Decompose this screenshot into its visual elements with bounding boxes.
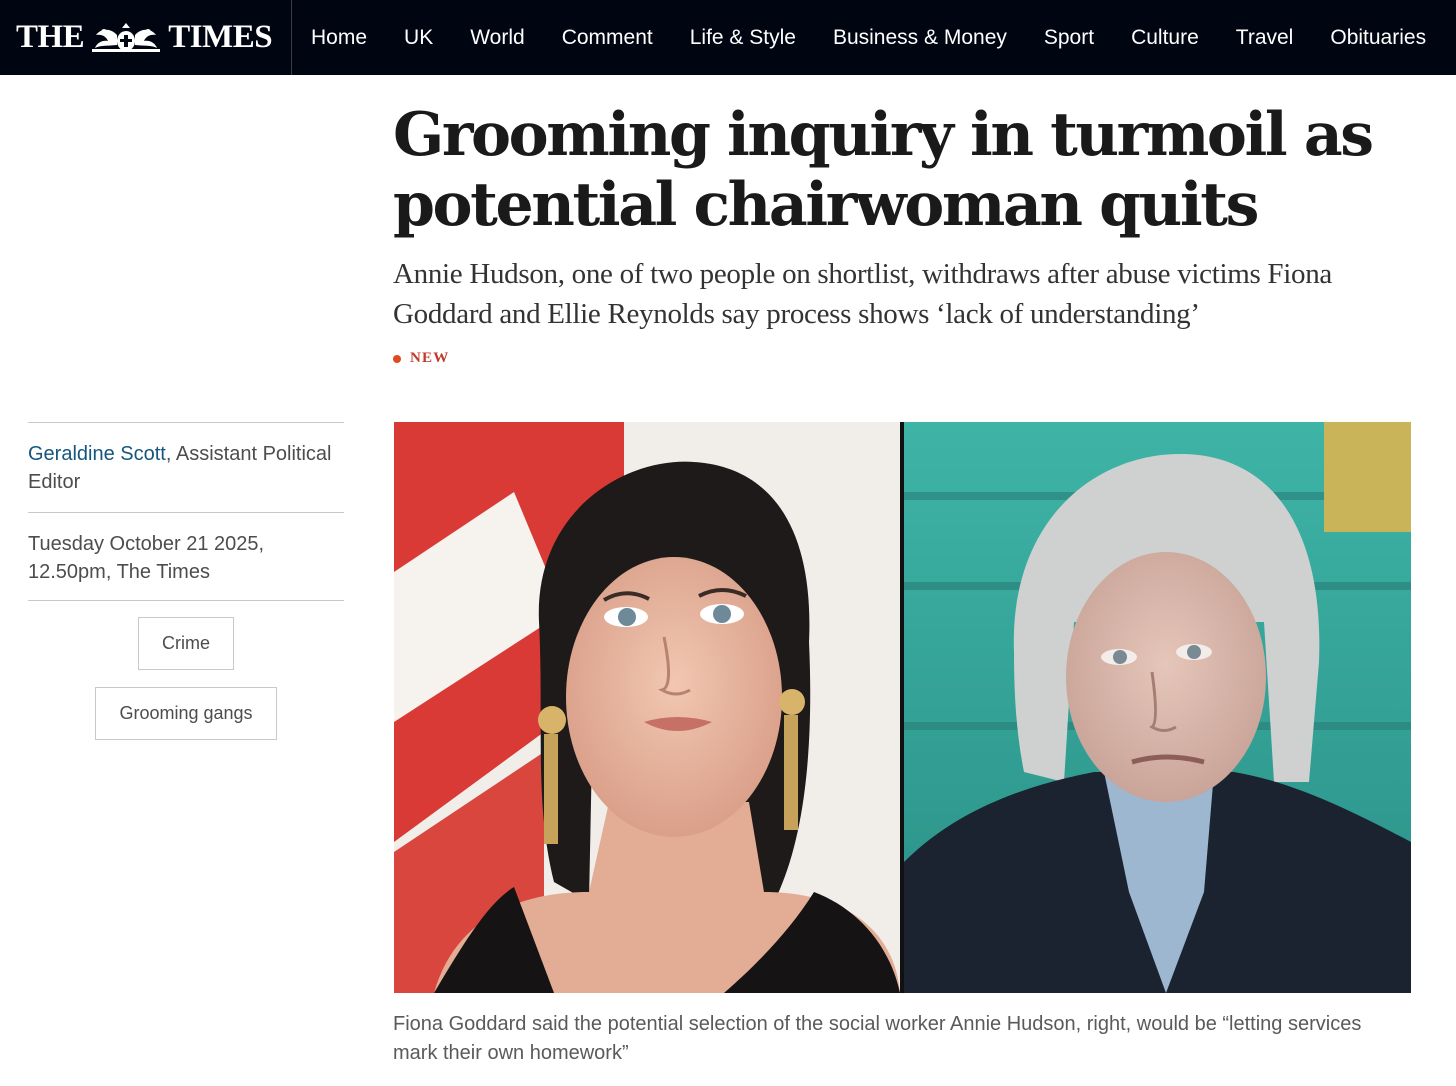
photo-fiona-goddard	[394, 422, 900, 993]
logo-text-the: THE	[16, 19, 85, 55]
nav-obituaries[interactable]: Obituaries	[1330, 26, 1426, 50]
logo-text-times: TIMES	[168, 19, 273, 55]
nav-business-money[interactable]: Business & Money	[833, 26, 1007, 50]
times-logo[interactable]: THE TIMES	[0, 0, 292, 75]
tag-crime[interactable]: Crime	[138, 617, 234, 670]
new-badge: NEW	[393, 350, 449, 367]
article-standfirst: Annie Hudson, one of two people on short…	[393, 258, 1332, 330]
new-badge-label: NEW	[410, 350, 450, 366]
tag-grooming-gangs[interactable]: Grooming gangs	[95, 687, 277, 740]
nav-life-style[interactable]: Life & Style	[690, 26, 796, 50]
article-sidebar: Geraldine Scott, Assistant Political Edi…	[28, 422, 344, 757]
nav-home[interactable]: Home	[311, 26, 367, 50]
author-link[interactable]: Geraldine Scott	[28, 443, 166, 465]
topic-tags: Crime Grooming gangs	[28, 617, 344, 757]
nav-world[interactable]: World	[470, 26, 524, 50]
divider	[28, 600, 344, 601]
image-caption: Fiona Goddard said the potential selecti…	[393, 1013, 1362, 1064]
section-nav: Home UK World Comment Life & Style Busin…	[292, 0, 1426, 75]
nav-comment[interactable]: Comment	[562, 26, 653, 50]
nav-culture[interactable]: Culture	[1131, 26, 1199, 50]
masthead-bar: THE TIMES Home UK World Comment Life & S…	[0, 0, 1456, 75]
article-headline: Grooming inquiry in turmoil as potential…	[393, 100, 1374, 240]
new-dot-icon	[393, 354, 401, 363]
lead-image	[394, 422, 1411, 993]
photo-annie-hudson	[904, 422, 1411, 993]
byline: Geraldine Scott, Assistant Political Edi…	[28, 423, 344, 512]
nav-sport[interactable]: Sport	[1044, 26, 1094, 50]
crest-logo-icon	[92, 22, 161, 52]
dateline: Tuesday October 21 2025, 12.50pm, The Ti…	[28, 533, 265, 583]
nav-travel[interactable]: Travel	[1236, 26, 1294, 50]
nav-uk[interactable]: UK	[404, 26, 433, 50]
